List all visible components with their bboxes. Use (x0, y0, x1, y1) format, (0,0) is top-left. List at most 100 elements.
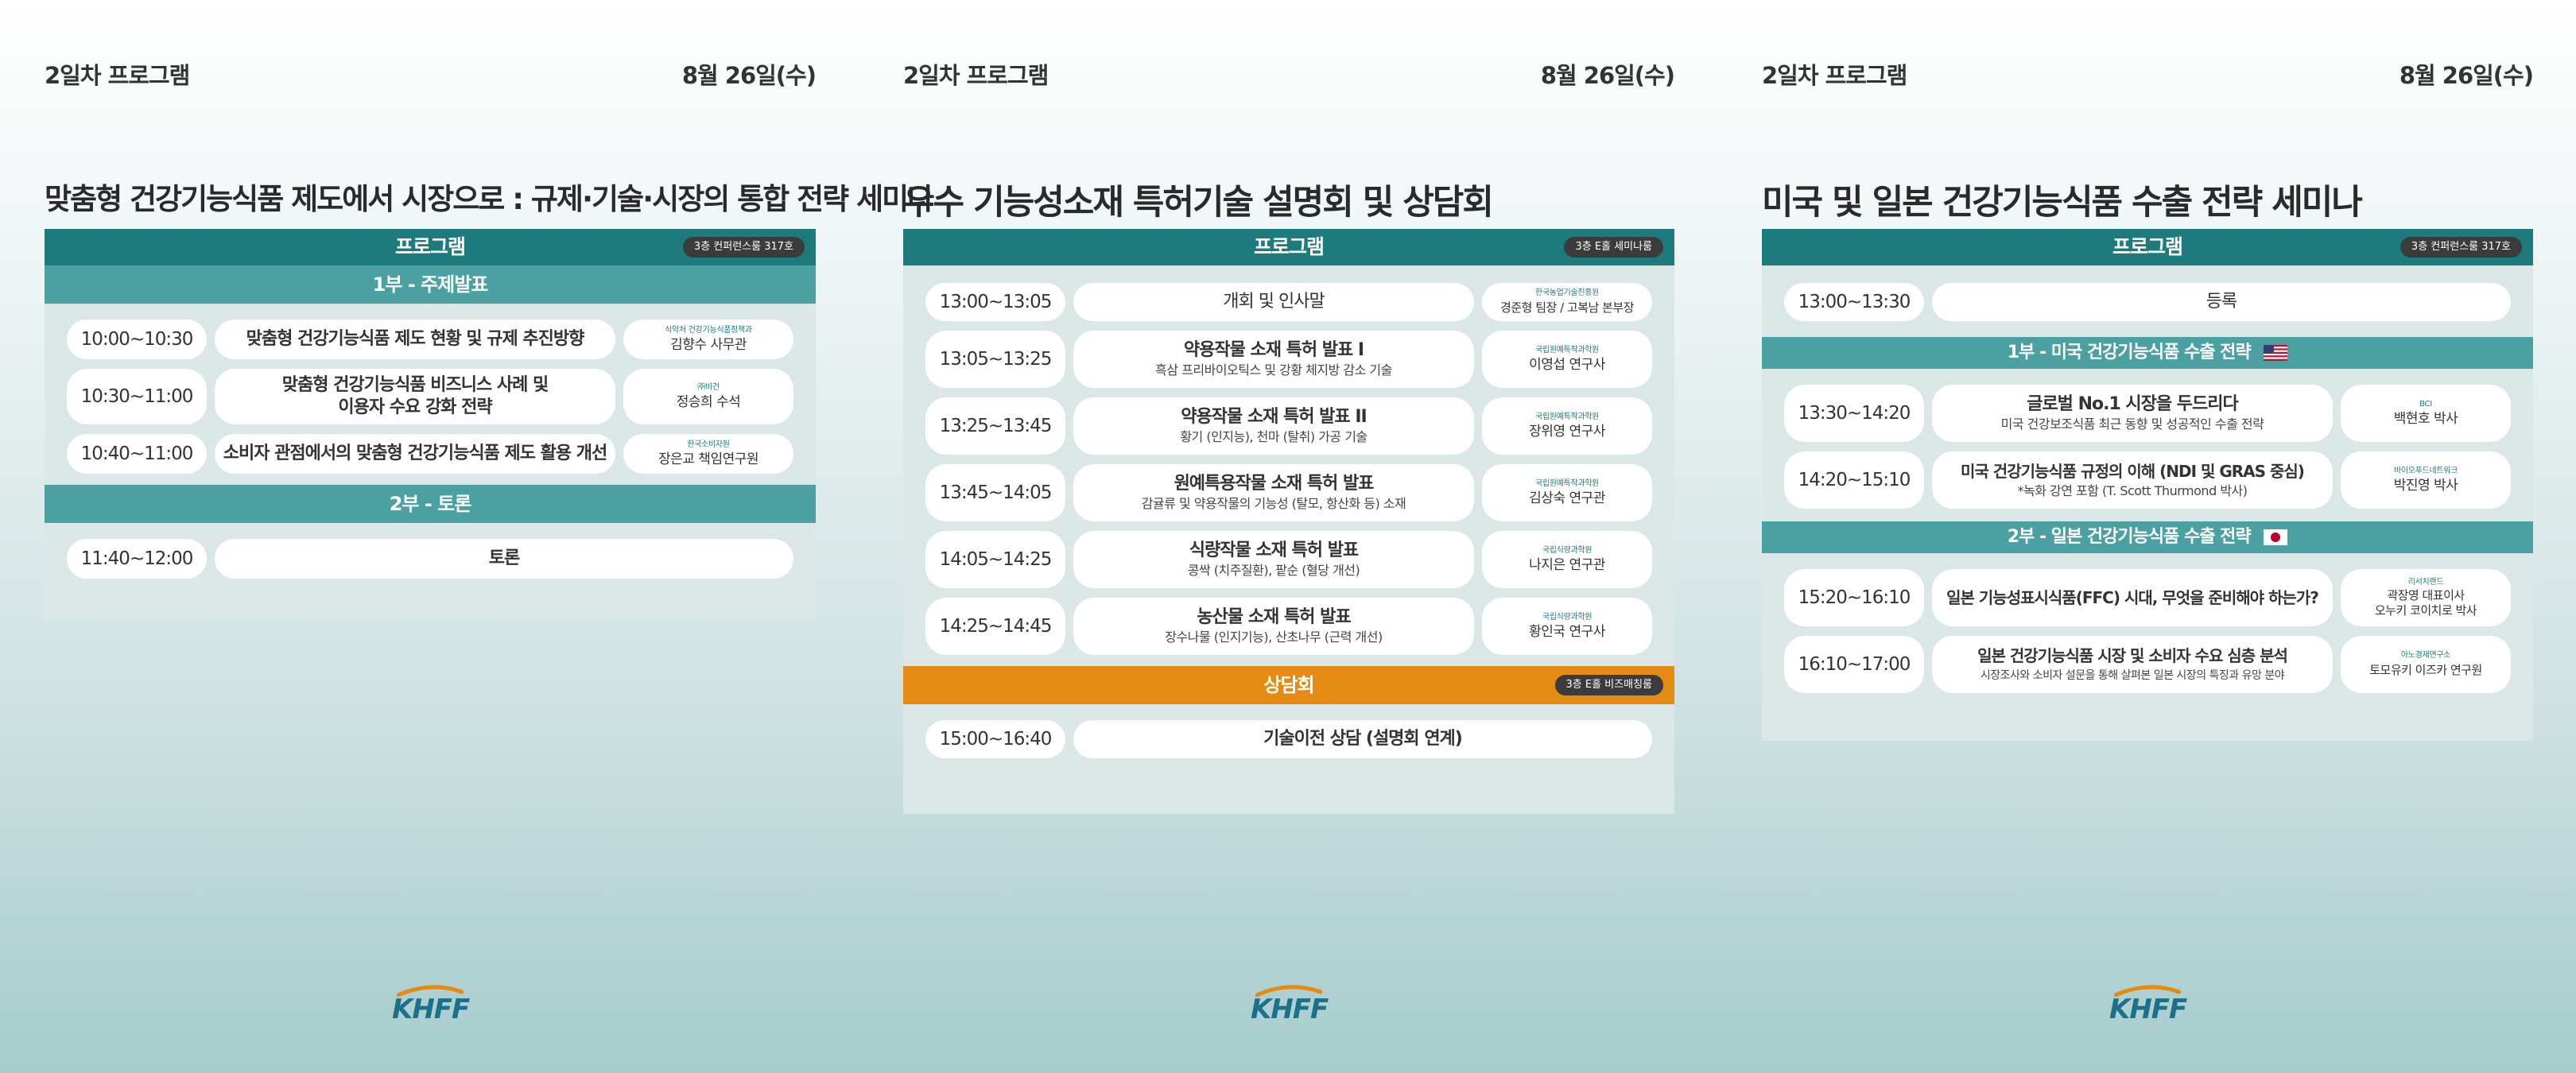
us-flag-icon (2264, 345, 2288, 361)
session-topic: 개회 및 인사말 (1073, 283, 1474, 321)
speaker-name: 박진영 박사 (2393, 478, 2458, 494)
session-speaker: 식약처 건강기능식품정책과 김향수 사무관 (623, 320, 793, 359)
speaker-org: BCI (2419, 400, 2432, 409)
session-row: 14:25~14:45 농산물 소재 특허 발표 장수나물 (인지기능), 산초… (925, 598, 1652, 655)
session-row: 10:00~10:30 맞춤형 건강기능식품 제도 현황 및 규제 추진방향 식… (67, 320, 793, 359)
session-time: 13:45~14:05 (925, 464, 1065, 521)
topic-subtitle: 감귤류 및 약용작물의 기능성 (탈모, 항산화 등) 소재 (1141, 496, 1406, 511)
section-label: 1부 - 미국 건강기능식품 수출 전략 (2007, 343, 2252, 362)
topic-title: 맞춤형 건강기능식품 제도 현황 및 규제 추진방향 (246, 329, 585, 349)
program-header: 프로그램 3층 E홀 세미나룸 (903, 229, 1674, 265)
program-header: 프로그램 3층 컨퍼런스룸 317호 (1762, 229, 2533, 265)
date-label: 8월 26일(수) (681, 62, 817, 89)
topic-title: 일본 기능성표시식품(FFC) 시대, 무엇을 준비해야 하는가? (1946, 588, 2319, 607)
panel-patent-technology-briefing: 2일차 프로그램 8월 26일(수) 우수 기능성소재 특허기술 설명회 및 상… (903, 0, 1675, 1073)
session-topic: 일본 기능성표시식품(FFC) 시대, 무엇을 준비해야 하는가? (1932, 569, 2333, 626)
session-row: 10:40~11:00 소비자 관점에서의 맞춤형 건강기능식품 제도 활용 개… (67, 434, 793, 474)
speaker-name: 나지은 연구관 (1529, 557, 1605, 573)
session-list: 13:00~13:05 개회 및 인사말 한국농업기술진흥원 경준형 팀장 / … (903, 265, 1674, 666)
day-program-label: 2일차 프로그램 (903, 62, 1049, 89)
topic-title: 기술이전 상담 (설명회 연계) (1263, 729, 1463, 749)
session-time: 14:25~14:45 (925, 598, 1065, 655)
session-speaker: 국립식량과학원 나지은 연구관 (1482, 531, 1652, 588)
session-row: 13:25~13:45 약용작물 소재 특허 발표 II 황기 (인지능), 천… (925, 397, 1652, 455)
session-list: 15:20~16:10 일본 기능성표시식품(FFC) 시대, 무엇을 준비해야… (1762, 553, 2533, 707)
speaker-org: 한국농업기술진흥원 (1534, 289, 1600, 297)
session-topic: 미국 건강기능식품 규정의 이해 (NDI 및 GRAS 중심) *녹화 강연 … (1932, 451, 2333, 509)
consult-room-badge: 3층 E홀 비즈매칭룸 (1554, 675, 1663, 695)
speaker-org: 아노경제연구소 (2400, 651, 2451, 660)
topic-title: 토론 (488, 548, 520, 568)
speaker-name: 장위영 연구사 (1529, 424, 1605, 440)
topic-title: 식량작물 소재 특허 발표 (1189, 540, 1359, 560)
session-topic: 약용작물 소재 특허 발표 I 흑삼 프리바이오틱스 및 강황 체지방 감소 기… (1073, 331, 1474, 388)
section-header-japan: 2부 - 일본 건강기능식품 수출 전략 (1762, 521, 2533, 553)
khff-logo: KHFF (2109, 984, 2187, 1025)
session-time: 16:10~17:00 (1784, 636, 1924, 693)
speaker-name: 정승희 수석 (676, 394, 741, 410)
program-label: 프로그램 (2112, 235, 2183, 258)
session-topic: 토론 (215, 539, 793, 579)
topic-subtitle: 황기 (인지능), 천마 (탈취) 가공 기술 (1180, 429, 1368, 444)
session-row: 14:20~15:10 미국 건강기능식품 규정의 이해 (NDI 및 GRAS… (1784, 451, 2511, 509)
speaker-org: 국립식량과학원 (1542, 546, 1593, 555)
speaker-name: 토모유키 이즈카 연구원 (2369, 663, 2482, 677)
speaker-org: 국립식량과학원 (1542, 613, 1593, 622)
session-row: 13:30~14:20 글로벌 No.1 시장을 두드리다 미국 건강보조식품 … (1784, 385, 2511, 442)
room-badge: 3층 컨퍼런스룸 317호 (2399, 237, 2522, 258)
speaker-org: 리서치랜드 (2407, 578, 2444, 587)
panel-header: 2일차 프로그램 8월 26일(수) (45, 57, 817, 92)
session-speaker: 국립원예특작과학원 김상숙 연구관 (1482, 464, 1652, 521)
session-topic: 기술이전 상담 (설명회 연계) (1073, 720, 1652, 758)
session-time: 13:00~13:30 (1784, 283, 1924, 321)
session-time: 10:40~11:00 (67, 434, 207, 474)
session-topic: 등록 (1932, 283, 2511, 321)
section-header: 1부 - 주제발표 (45, 265, 816, 304)
session-topic: 원예특용작물 소재 특허 발표 감귤류 및 약용작물의 기능성 (탈모, 항산화… (1073, 464, 1474, 521)
registration-list: 13:00~13:30 등록 (1762, 265, 2533, 337)
session-speaker: 바이오푸드네트워크 박진영 박사 (2341, 451, 2511, 509)
session-speaker: 국립원예특작과학원 장위영 연구사 (1482, 397, 1652, 455)
khff-logo: KHFF (392, 984, 470, 1025)
topic-title: 개회 및 인사말 (1223, 292, 1325, 312)
session-speaker: 국립원예특작과학원 이영섭 연구사 (1482, 331, 1652, 388)
session-row: 16:10~17:00 일본 건강기능식품 시장 및 소비자 수요 심층 분석 … (1784, 636, 2511, 693)
session-topic: 글로벌 No.1 시장을 두드리다 미국 건강보조식품 최근 동향 및 성공적인… (1932, 385, 2333, 442)
topic-subtitle: 미국 건강보조식품 최근 동향 및 성공적인 수출 전략 (2000, 416, 2264, 432)
session-time: 10:30~11:00 (67, 369, 207, 424)
session-topic: 맞춤형 건강기능식품 제도 현황 및 규제 추진방향 (215, 320, 615, 359)
topic-title: 농산물 소재 특허 발표 (1197, 607, 1351, 627)
speaker-org: 바이오푸드네트워크 (2393, 467, 2458, 475)
session-row: 13:45~14:05 원예특용작물 소재 특허 발표 감귤류 및 약용작물의 … (925, 464, 1652, 521)
speaker-name: 황인국 연구사 (1529, 624, 1605, 640)
session-speaker: 아노경제연구소 토모유키 이즈카 연구원 (2341, 636, 2511, 693)
section-header: 2부 - 토론 (45, 485, 816, 523)
session-speaker: 한국소비자원 장은교 책임연구원 (623, 434, 793, 474)
session-row: 10:30~11:00 맞춤형 건강기능식품 비즈니스 사례 및 이용자 수요 … (67, 369, 793, 424)
topic-title: 글로벌 No.1 시장을 두드리다 (2027, 394, 2239, 414)
room-badge: 3층 E홀 세미나룸 (1564, 237, 1663, 258)
program-card: 프로그램 3층 E홀 세미나룸 13:00~13:05 개회 및 인사말 한국농… (903, 229, 1674, 814)
topic-subtitle: 콩싹 (치주질환), 팥순 (혈당 개선) (1187, 563, 1360, 578)
speaker-name: 김향수 사무관 (670, 337, 747, 353)
topic-subtitle: 흑삼 프리바이오틱스 및 강황 체지방 감소 기술 (1155, 362, 1392, 378)
topic-subtitle: *녹화 강연 포함 (T. Scott Thurmond 박사) (2017, 483, 2248, 498)
session-row: 13:05~13:25 약용작물 소재 특허 발표 I 흑삼 프리바이오틱스 및… (925, 331, 1652, 388)
session-topic: 농산물 소재 특허 발표 장수나물 (인지기능), 산초나무 (근력 개선) (1073, 598, 1474, 655)
topic-title: 일본 건강기능식품 시장 및 소비자 수요 심층 분석 (1977, 646, 2288, 665)
session-speaker: 한국농업기술진흥원 경준형 팀장 / 고복남 본부장 (1482, 283, 1652, 321)
topic-title: 약용작물 소재 특허 발표 II (1181, 407, 1367, 427)
speaker-org: 식약처 건강기능식품정책과 (665, 326, 752, 335)
topic-title: 등록 (2206, 292, 2237, 312)
topic-title: 미국 건강기능식품 규정의 이해 (NDI 및 GRAS 중심) (1961, 462, 2305, 481)
speaker-org: 국립원예특작과학원 (1534, 346, 1600, 354)
topic-title: 소비자 관점에서의 맞춤형 건강기능식품 제도 활용 개선 (223, 444, 607, 463)
khff-logo: KHFF (1251, 984, 1329, 1025)
session-row: 15:00~16:40 기술이전 상담 (설명회 연계) (925, 720, 1652, 758)
logo-text: KHFF (1251, 994, 1329, 1025)
panel-header: 2일차 프로그램 8월 26일(수) (1762, 57, 2534, 92)
session-speaker: 리서치랜드 곽장영 대표이사 오누키 코이치로 박사 (2341, 569, 2511, 626)
day-program-label: 2일차 프로그램 (1762, 62, 1907, 89)
speaker-name: 경준형 팀장 / 고복남 본부장 (1500, 300, 1634, 315)
program-header: 프로그램 3층 컨퍼런스룸 317호 (45, 229, 816, 265)
